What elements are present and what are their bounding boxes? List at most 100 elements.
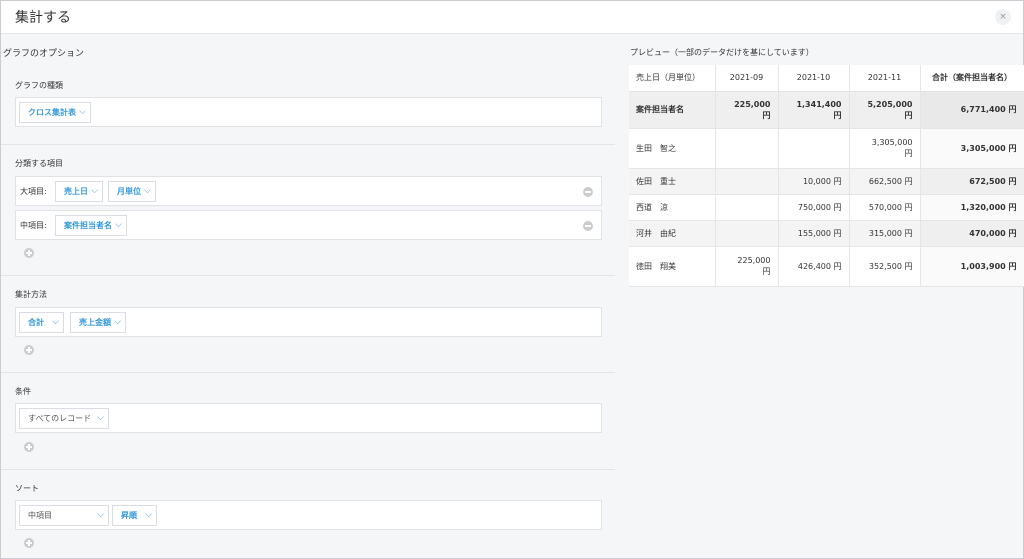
divider: [1, 469, 615, 470]
cell: [715, 168, 779, 195]
dialog-title: 集計する: [15, 10, 71, 26]
method-field-select[interactable]: 売上金額 ⌵: [70, 312, 126, 333]
row-name: 徳田 翔美: [629, 246, 716, 287]
total-cell: 672,500 円: [920, 168, 1024, 195]
cell: 10,000 円: [778, 168, 850, 195]
cell: [715, 220, 779, 247]
sort-box: 中項目 ⌵ 昇順 ⌵: [15, 500, 602, 530]
options-panel: グラフのオプション グラフの種類 クロス集計表 ⌵ 分類する項目 大項目: 売上…: [1, 34, 615, 558]
chevron-down-icon: ⌵: [114, 317, 121, 327]
row-name: 生田 智之: [629, 128, 716, 169]
method-label: 集計方法: [15, 290, 47, 299]
chart-type-label: グラフの種類: [15, 81, 63, 90]
cell: 1,341,400 円: [778, 91, 850, 129]
add-icon[interactable]: [24, 538, 34, 548]
group-minor-row: 中項目: 案件担当者名 ⌵: [15, 210, 602, 240]
preview-table: 売上日（月単位） 2021-09 2021-10 2021-11 合計（案件担当…: [629, 65, 1024, 287]
total-cell: 470,000 円: [920, 220, 1024, 247]
table-row: 西道 涼 750,000 円 570,000 円 1,320,000 円: [629, 194, 1024, 221]
total-cell: 1,003,900 円: [920, 246, 1024, 287]
row-name: 河井 由紀: [629, 220, 716, 247]
cell: [778, 128, 850, 169]
cell: 155,000 円: [778, 220, 850, 247]
chevron-down-icon: ⌵: [91, 186, 98, 196]
chevron-down-icon: ⌵: [79, 107, 86, 117]
chart-type-box: クロス集計表 ⌵: [15, 97, 602, 127]
cell: [715, 194, 779, 221]
chevron-down-icon: ⌵: [52, 317, 59, 327]
condition-label: 条件: [15, 387, 31, 396]
sort-key-select[interactable]: 中項目 ⌵: [19, 505, 109, 526]
cell: [715, 128, 779, 169]
column-header: 2021-09: [715, 65, 779, 92]
major-unit-select[interactable]: 月単位 ⌵: [108, 181, 156, 202]
cell: 3,305,000 円: [849, 128, 921, 169]
sort-key-value: 中項目: [28, 511, 52, 520]
divider: [1, 275, 615, 276]
remove-icon[interactable]: [583, 221, 593, 231]
major-field-select[interactable]: 売上日 ⌵: [55, 181, 103, 202]
options-heading: グラフのオプション: [3, 49, 85, 59]
table-header-row: 売上日（月単位） 2021-09 2021-10 2021-11 合計（案件担当…: [629, 65, 1024, 92]
total-cell: 6,771,400 円: [920, 91, 1024, 129]
divider: [1, 372, 615, 373]
cell: 225,000 円: [715, 246, 779, 287]
table-row: 河井 由紀 155,000 円 315,000 円 470,000 円: [629, 220, 1024, 247]
add-icon[interactable]: [24, 345, 34, 355]
chart-type-value: クロス集計表: [28, 108, 76, 117]
group-major-row: 大項目: 売上日 ⌵ 月単位 ⌵: [15, 176, 602, 206]
divider: [1, 144, 615, 145]
minor-prefix: 中項目:: [20, 221, 47, 230]
major-unit-value: 月単位: [117, 187, 141, 196]
table-row: 生田 智之 3,305,000 円 3,305,000 円: [629, 128, 1024, 169]
table-row: 佐田 重士 10,000 円 662,500 円 672,500 円: [629, 168, 1024, 195]
cell: 662,500 円: [849, 168, 921, 195]
chevron-down-icon: ⌵: [145, 510, 152, 520]
add-icon[interactable]: [24, 442, 34, 452]
method-func-select[interactable]: 合計 ⌵: [19, 312, 64, 333]
dialog-header: 集計する ×: [1, 1, 1023, 34]
minor-field-value: 案件担当者名: [64, 221, 112, 230]
cell: 570,000 円: [849, 194, 921, 221]
major-field-value: 売上日: [64, 187, 88, 196]
cell: 315,000 円: [849, 220, 921, 247]
close-icon[interactable]: ×: [995, 9, 1011, 25]
condition-box: すべてのレコード ⌵: [15, 403, 602, 433]
method-func-value: 合計: [28, 318, 44, 327]
chevron-down-icon: ⌵: [97, 413, 104, 423]
column-header: 合計（案件担当者名）: [920, 65, 1024, 92]
add-icon[interactable]: [24, 248, 34, 258]
preview-title: プレビュー（一部のデータだけを基にしています）: [630, 48, 814, 57]
dialog-frame: 集計する × グラフのオプション グラフの種類 クロス集計表 ⌵ 分類する項目 …: [0, 0, 1024, 559]
chevron-down-icon: ⌵: [97, 510, 104, 520]
remove-icon[interactable]: [583, 187, 593, 197]
cell: 352,500 円: [849, 246, 921, 287]
sum-row-label: 案件担当者名: [629, 91, 716, 129]
minor-field-select[interactable]: 案件担当者名 ⌵: [55, 215, 127, 236]
group-label: 分類する項目: [15, 159, 63, 168]
total-cell: 3,305,000 円: [920, 128, 1024, 169]
condition-select[interactable]: すべてのレコード ⌵: [19, 408, 109, 429]
chevron-down-icon: ⌵: [115, 220, 122, 230]
total-cell: 1,320,000 円: [920, 194, 1024, 221]
cell: 750,000 円: [778, 194, 850, 221]
column-header: 売上日（月単位）: [629, 65, 716, 92]
sort-label: ソート: [15, 484, 39, 493]
table-row: 徳田 翔美 225,000 円 426,400 円 352,500 円 1,003…: [629, 246, 1024, 287]
condition-value: すべてのレコード: [28, 414, 92, 423]
cell: 225,000 円: [715, 91, 779, 129]
method-field-value: 売上金額: [79, 318, 111, 327]
chart-type-select[interactable]: クロス集計表 ⌵: [19, 102, 91, 123]
sort-order-select[interactable]: 昇順 ⌵: [112, 505, 157, 526]
method-box: 合計 ⌵ 売上金額 ⌵: [15, 307, 602, 337]
cell: 426,400 円: [778, 246, 850, 287]
sort-order-value: 昇順: [121, 511, 137, 520]
sum-row: 案件担当者名 225,000 円 1,341,400 円 5,205,000 円 6,…: [629, 91, 1024, 129]
row-name: 佐田 重士: [629, 168, 716, 195]
column-header: 2021-10: [778, 65, 850, 92]
row-name: 西道 涼: [629, 194, 716, 221]
major-prefix: 大項目:: [20, 187, 47, 196]
chevron-down-icon: ⌵: [144, 186, 151, 196]
column-header: 2021-11: [849, 65, 921, 92]
cell: 5,205,000 円: [849, 91, 921, 129]
